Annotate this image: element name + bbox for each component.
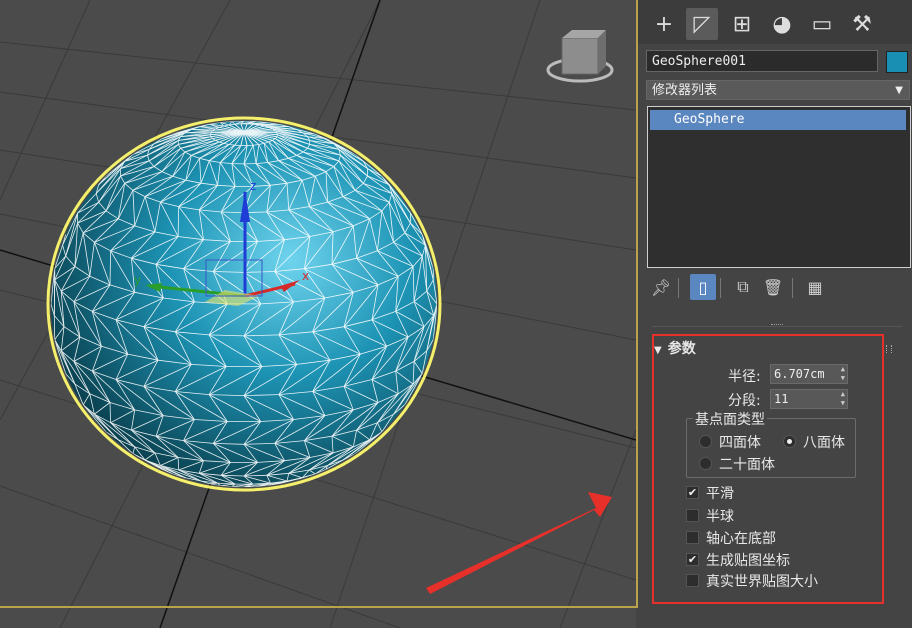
radio-icosa-label: 二十面体 xyxy=(719,457,775,473)
x-axis-label: x xyxy=(302,269,309,283)
plus-icon: + xyxy=(654,11,674,37)
smooth-label: 平滑 xyxy=(706,486,734,502)
base-to-pivot-label: 轴心在底部 xyxy=(706,531,776,547)
radio-octa[interactable] xyxy=(783,435,796,448)
hemisphere-label: 半球 xyxy=(706,509,734,525)
radio-tetra[interactable] xyxy=(699,435,712,448)
separator xyxy=(678,278,679,298)
pin-icon: 📌︎ xyxy=(650,277,672,297)
pin-stack-button[interactable]: 📌︎ xyxy=(648,274,674,300)
z-axis-label: z xyxy=(250,179,256,193)
base-type-group-title: 基点面类型 xyxy=(693,409,767,429)
real-world-checkbox[interactable] xyxy=(686,574,699,587)
modifier-list-label: 修改器列表 xyxy=(652,83,718,98)
gen-mapping-checkbox[interactable]: ✔ xyxy=(686,553,699,566)
perspective-viewport[interactable]: z x y xyxy=(0,0,636,628)
spinner-arrows-icon[interactable]: ▲ ▼ xyxy=(841,365,845,383)
motion-tab[interactable]: ◕ xyxy=(766,8,798,40)
make-unique-icon: ⧉ xyxy=(737,277,749,296)
viewport-scene: z x y xyxy=(0,0,636,628)
show-end-result-button[interactable]: ▯ xyxy=(690,274,716,300)
rollout-scroll-handle[interactable] xyxy=(886,345,892,353)
radius-label: 半径: xyxy=(728,369,761,385)
utilities-tab[interactable]: ⚒ xyxy=(846,8,878,40)
create-tab[interactable]: + xyxy=(648,8,680,40)
radius-spinner[interactable]: 6.707cm ▲ ▼ xyxy=(770,364,848,384)
remove-modifier-button[interactable]: 🗑︎ xyxy=(760,274,786,300)
trash-icon: 🗑︎ xyxy=(762,277,784,297)
separator xyxy=(792,278,793,298)
rollout-title: 参数 xyxy=(667,341,696,357)
dropdown-arrow-icon: ▼ xyxy=(895,85,903,96)
collapse-arrow-icon: ▼ xyxy=(654,345,662,356)
display-icon: ▭ xyxy=(811,11,833,37)
spinner-arrows-icon[interactable]: ▲ ▼ xyxy=(841,390,845,408)
stack-item-geosphere[interactable]: GeoSphere xyxy=(650,110,906,130)
base-type-group: 基点面类型 四面体 八面体 二十面体 xyxy=(686,409,856,478)
configure-icon: ▦ xyxy=(807,277,823,297)
separator xyxy=(720,278,721,298)
segments-spinner[interactable]: 11 ▲ ▼ xyxy=(770,389,848,409)
rollout-header[interactable]: ▼ 参数 xyxy=(654,338,696,358)
segments-value: 11 xyxy=(774,392,789,406)
configure-sets-button[interactable]: ▦ xyxy=(802,274,828,300)
radio-icosa[interactable] xyxy=(699,457,712,470)
base-to-pivot-checkbox[interactable] xyxy=(686,531,699,544)
make-unique-button[interactable]: ⧉ xyxy=(730,274,756,300)
viewport-bottom-border xyxy=(0,606,638,608)
gen-mapping-label: 生成贴图坐标 xyxy=(706,553,790,569)
object-color-swatch[interactable] xyxy=(886,51,908,73)
real-world-label: 真实世界贴图大小 xyxy=(706,574,818,590)
stack-toolbar: 📌︎ ▯ ⧉ 🗑︎ ▦ xyxy=(646,274,906,304)
radio-tetra-label: 四面体 xyxy=(719,435,761,451)
motion-icon: ◕ xyxy=(772,11,792,37)
viewcube-icon xyxy=(546,30,614,83)
object-name-field[interactable]: GeoSphere001 xyxy=(646,50,878,72)
panel-grip[interactable] xyxy=(771,324,783,329)
hierarchy-tab[interactable]: ⊞ xyxy=(726,8,758,40)
modifier-stack[interactable]: GeoSphere xyxy=(647,106,911,268)
hemisphere-checkbox[interactable] xyxy=(686,509,699,522)
end-result-icon: ▯ xyxy=(698,277,708,297)
modify-tab[interactable]: ◸ xyxy=(686,8,718,40)
display-tab[interactable]: ▭ xyxy=(806,8,838,40)
modifier-list-dropdown[interactable]: 修改器列表 ▼ xyxy=(646,80,910,100)
y-axis-label: y xyxy=(134,273,141,287)
radio-octa-label: 八面体 xyxy=(803,435,845,451)
radius-value: 6.707cm xyxy=(774,367,825,381)
segments-label: 分段: xyxy=(728,393,761,409)
smooth-checkbox[interactable]: ✔ xyxy=(686,486,699,499)
utilities-icon: ⚒ xyxy=(852,11,872,37)
hierarchy-icon: ⊞ xyxy=(732,11,752,37)
parameters-rollout: ▼ 参数 半径: 6.707cm ▲ ▼ 分段: 11 ▲ ▼ 基点面类型 四面体 八… xyxy=(652,334,898,604)
command-panel-tabs: + ◸ ⊞ ◕ ▭ ⚒ xyxy=(638,0,912,44)
modify-icon: ◸ xyxy=(693,11,711,37)
